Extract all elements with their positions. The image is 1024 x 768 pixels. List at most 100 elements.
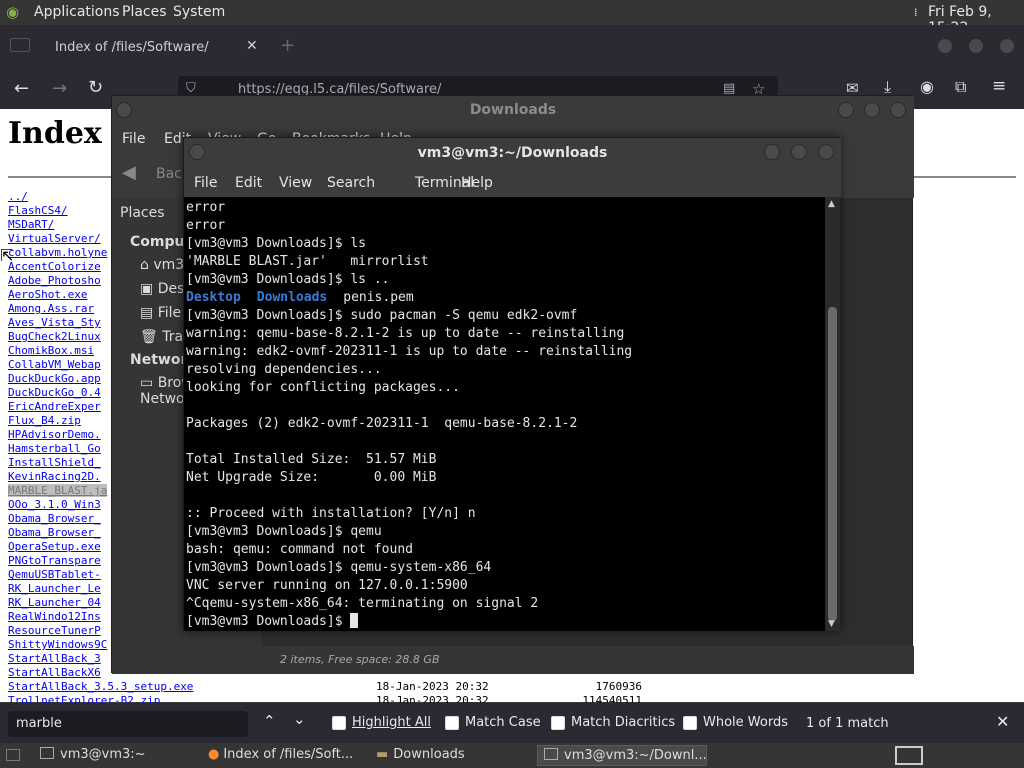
scroll-down-icon[interactable]: ▼ bbox=[828, 619, 835, 629]
file-link[interactable]: BugCheck2Linux bbox=[8, 330, 101, 343]
file-link[interactable]: ../ bbox=[8, 190, 28, 203]
file-link[interactable]: Obama_Browser_ bbox=[8, 512, 101, 525]
term-minimize-button[interactable] bbox=[764, 144, 780, 160]
task-terminal-home[interactable]: vm3@vm3:~ bbox=[34, 745, 194, 766]
file-link[interactable]: EricAndreExper bbox=[8, 400, 101, 413]
find-close-icon[interactable]: ✕ bbox=[996, 712, 1009, 731]
file-link[interactable]: AccentColorize bbox=[8, 260, 101, 273]
whole-words-checkbox[interactable]: Whole Words bbox=[683, 715, 788, 730]
file-link[interactable]: AeroShot.exe bbox=[8, 288, 87, 301]
fm-maximize-button[interactable] bbox=[864, 102, 880, 118]
file-link[interactable]: collabvm.holyne bbox=[8, 246, 107, 259]
file-link[interactable]: DuckDuckGo.app bbox=[8, 372, 101, 385]
file-link[interactable]: DuckDuckGo_0.4 bbox=[8, 386, 101, 399]
account-icon[interactable]: ◉ bbox=[920, 77, 934, 96]
terminal-line: warning: edk2-ovmf-202311-1 is up to dat… bbox=[186, 343, 632, 361]
term-menu-help[interactable]: Help bbox=[461, 175, 493, 191]
task-downloads[interactable]: ▬ Downloads bbox=[370, 745, 530, 766]
file-link[interactable]: InstallShield_ bbox=[8, 456, 101, 469]
maximize-button[interactable] bbox=[968, 38, 984, 54]
task-firefox[interactable]: ● Index of /files/Soft... bbox=[202, 745, 364, 766]
task-terminal-downloads[interactable]: vm3@vm3:~/Downl... bbox=[537, 745, 707, 766]
file-link[interactable]: Among.Ass.rar bbox=[8, 302, 94, 315]
file-link[interactable]: StartAllBack_3.5.3_setup.exe bbox=[8, 680, 193, 693]
highlight-all-checkbox[interactable]: Highlight All bbox=[332, 715, 431, 730]
applications-menu[interactable]: Applications bbox=[34, 4, 120, 20]
match-case-checkbox[interactable]: Match Case bbox=[445, 715, 541, 730]
term-menu-file[interactable]: File bbox=[194, 175, 217, 191]
file-link[interactable]: MARBLE_BLAST.ja bbox=[8, 484, 108, 497]
find-bar: marble ⌃ ⌄ Highlight All Match Case Matc… bbox=[0, 703, 1024, 743]
site-info-icon[interactable]: ⛉ bbox=[186, 81, 196, 96]
scroll-up-icon[interactable]: ▲ bbox=[828, 199, 835, 209]
file-link[interactable]: Hamsterball_Go bbox=[8, 442, 101, 455]
terminal-scrollbar[interactable]: ▲ ▼ bbox=[825, 197, 840, 631]
file-link[interactable]: ChomikBox.msi bbox=[8, 344, 94, 357]
file-link[interactable]: RK_Launcher_Le bbox=[8, 582, 101, 595]
find-input[interactable]: marble bbox=[8, 711, 248, 737]
file-link[interactable]: ShittyWindows9C bbox=[8, 638, 107, 651]
fm-close-button[interactable] bbox=[890, 102, 906, 118]
term-menu-view[interactable]: View bbox=[279, 175, 312, 191]
term-menu-search[interactable]: Search bbox=[327, 175, 375, 191]
file-link[interactable]: VirtualServer/ bbox=[8, 232, 101, 245]
terminal-window: vm3@vm3:~/Downloads File Edit View Searc… bbox=[183, 137, 841, 631]
reader-view-icon[interactable]: ▤ bbox=[723, 81, 735, 96]
system-menu[interactable]: System bbox=[173, 4, 225, 20]
file-link[interactable]: Adobe_Photosho bbox=[8, 274, 101, 287]
menu-icon[interactable]: ≡ bbox=[992, 76, 1006, 96]
file-link[interactable]: OOo_3.1.0_Win3 bbox=[8, 498, 101, 511]
fm-titlebar[interactable]: Downloads bbox=[112, 96, 914, 124]
fm-sidebar-header[interactable]: Places bbox=[120, 205, 165, 221]
file-link[interactable]: MSDaRT/ bbox=[8, 218, 54, 231]
back-arrow-icon[interactable]: ← bbox=[14, 78, 29, 99]
close-window-button[interactable] bbox=[999, 38, 1015, 54]
forward-arrow-icon[interactable]: → bbox=[52, 78, 67, 99]
minimize-button[interactable] bbox=[937, 38, 953, 54]
file-link[interactable]: PNGtoTranspare bbox=[8, 554, 101, 567]
fm-item-home[interactable]: ⌂ vm3 bbox=[140, 257, 184, 273]
fm-minimize-button[interactable] bbox=[838, 102, 854, 118]
fm-menu-file[interactable]: File bbox=[122, 131, 145, 147]
file-link[interactable]: Aves_Vista_Sty bbox=[8, 316, 101, 329]
fm-back-icon[interactable]: ◀ bbox=[122, 162, 136, 183]
file-link[interactable]: StartAllBack_3 bbox=[8, 652, 101, 665]
match-diacritics-checkbox[interactable]: Match Diacritics bbox=[551, 715, 675, 730]
terminal-output[interactable]: error error [vm3@vm3 Downloads]$ ls 'MARBLE… bbox=[184, 197, 825, 631]
file-size: 1760936 bbox=[595, 680, 642, 693]
distro-logo-icon[interactable]: ◉ bbox=[6, 3, 19, 21]
downloads-icon[interactable]: ⤓ bbox=[884, 77, 891, 97]
file-link[interactable]: Obama_Browser_ bbox=[8, 526, 101, 539]
term-close-button[interactable] bbox=[818, 144, 834, 160]
file-link[interactable]: Flux_B4.zip bbox=[8, 414, 81, 427]
places-menu[interactable]: Places bbox=[122, 4, 167, 20]
terminal-line: Packages (2) edk2-ovmf-202311-1 qemu-bas… bbox=[186, 415, 577, 433]
workspace-switcher[interactable] bbox=[895, 746, 923, 765]
term-menu-button[interactable] bbox=[189, 144, 205, 160]
new-tab-icon[interactable]: + bbox=[280, 35, 295, 56]
file-link[interactable]: HPAdvisorDemo. bbox=[8, 428, 101, 441]
terminal-titlebar[interactable]: vm3@vm3:~/Downloads bbox=[184, 138, 841, 168]
fm-menu-button[interactable] bbox=[116, 102, 132, 118]
file-link[interactable]: RealWindo12Ins bbox=[8, 610, 101, 623]
file-link[interactable]: StartAllBackX6 bbox=[8, 666, 101, 679]
file-link[interactable]: QemuUSBTablet- bbox=[8, 568, 101, 581]
browser-tab[interactable]: Index of /files/Software/ ✕ bbox=[42, 34, 272, 62]
find-previous-icon[interactable]: ⌃ bbox=[263, 712, 276, 730]
reload-icon[interactable]: ↻ bbox=[88, 77, 103, 98]
scroll-thumb[interactable] bbox=[828, 307, 837, 621]
term-menu-edit[interactable]: Edit bbox=[235, 175, 262, 191]
file-link[interactable]: ResourceTunerP bbox=[8, 624, 101, 637]
file-link[interactable]: CollabVM_Webap bbox=[8, 358, 101, 371]
file-link[interactable]: OperaSetup.exe bbox=[8, 540, 101, 553]
show-desktop-icon[interactable] bbox=[6, 749, 20, 761]
top-panel: ◉ Applications Places System ⁞ Fri Feb 9… bbox=[0, 0, 1024, 36]
tab-close-icon[interactable]: ✕ bbox=[246, 38, 258, 54]
file-link[interactable]: RK_Launcher_04 bbox=[8, 596, 101, 609]
extensions-icon[interactable]: ⧉ bbox=[955, 77, 966, 97]
term-maximize-button[interactable] bbox=[791, 144, 807, 160]
firefox-view-icon[interactable] bbox=[10, 38, 30, 52]
find-next-icon[interactable]: ⌄ bbox=[293, 710, 306, 728]
file-link[interactable]: KevinRacing2D. bbox=[8, 470, 101, 483]
file-link[interactable]: FlashCS4/ bbox=[8, 204, 68, 217]
